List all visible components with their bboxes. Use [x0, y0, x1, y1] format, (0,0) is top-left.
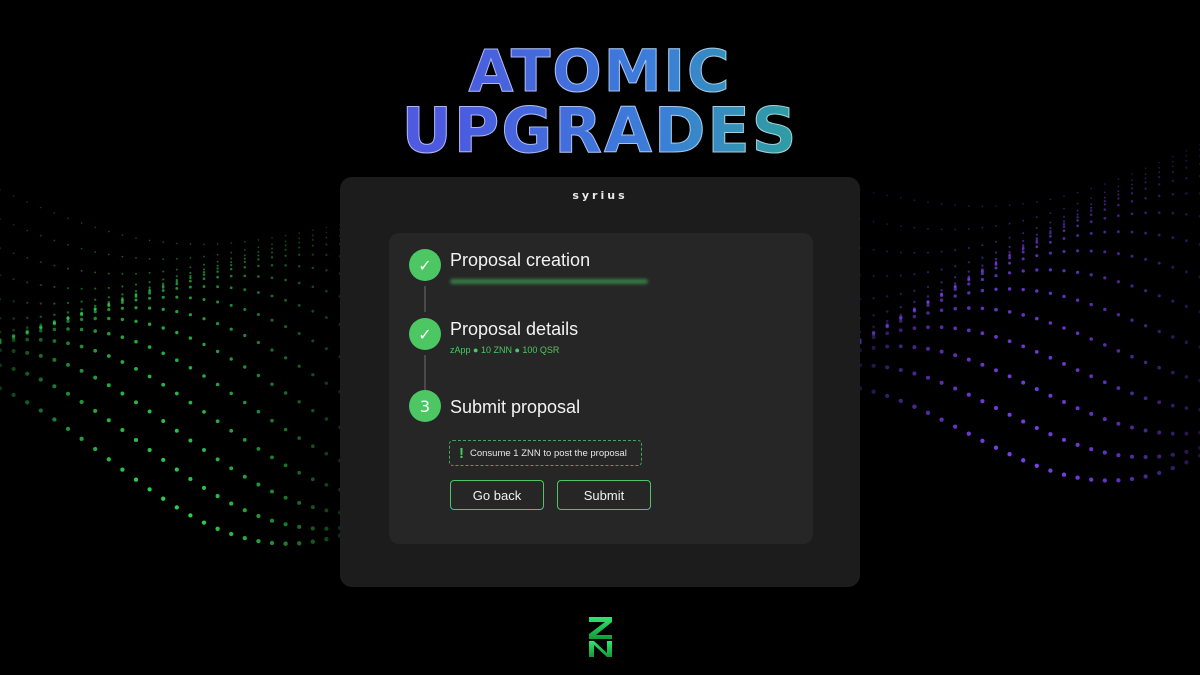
fee-notice: ! Consume 1 ZNN to post the proposal: [449, 440, 642, 466]
step-2-check-icon: ✓: [409, 318, 441, 350]
submit-button[interactable]: Submit: [557, 480, 651, 510]
step-1-check-icon: ✓: [409, 249, 441, 281]
app-title: syrius: [572, 189, 628, 202]
green-particle-wave: [0, 189, 343, 546]
exclamation-icon: !: [459, 444, 464, 462]
headline-line-1: ATOMIC: [0, 40, 1200, 103]
purple-particle-wave: [857, 144, 1200, 483]
step-3-number: 3: [409, 390, 441, 422]
step-2-details: zApp ● 10 ZNN ● 100 QSR: [450, 345, 560, 355]
step-3-title: Submit proposal: [450, 397, 581, 417]
step-2-title: Proposal details: [450, 319, 579, 339]
step-1-blurred-address: [450, 279, 648, 284]
syrius-window: syrius ✓ Proposal creation ✓ Proposal de…: [340, 177, 860, 587]
proposal-stepper-panel: ✓ Proposal creation ✓ Proposal details z…: [389, 233, 813, 544]
fee-notice-text: Consume 1 ZNN to post the proposal: [470, 447, 627, 459]
step-connector: [424, 286, 426, 312]
zenon-logo-icon: [589, 617, 612, 657]
step-1-title: Proposal creation: [450, 250, 591, 270]
headline-line-2: UPGRADES: [0, 97, 1200, 164]
go-back-button[interactable]: Go back: [450, 480, 544, 510]
step-connector: [424, 355, 426, 391]
